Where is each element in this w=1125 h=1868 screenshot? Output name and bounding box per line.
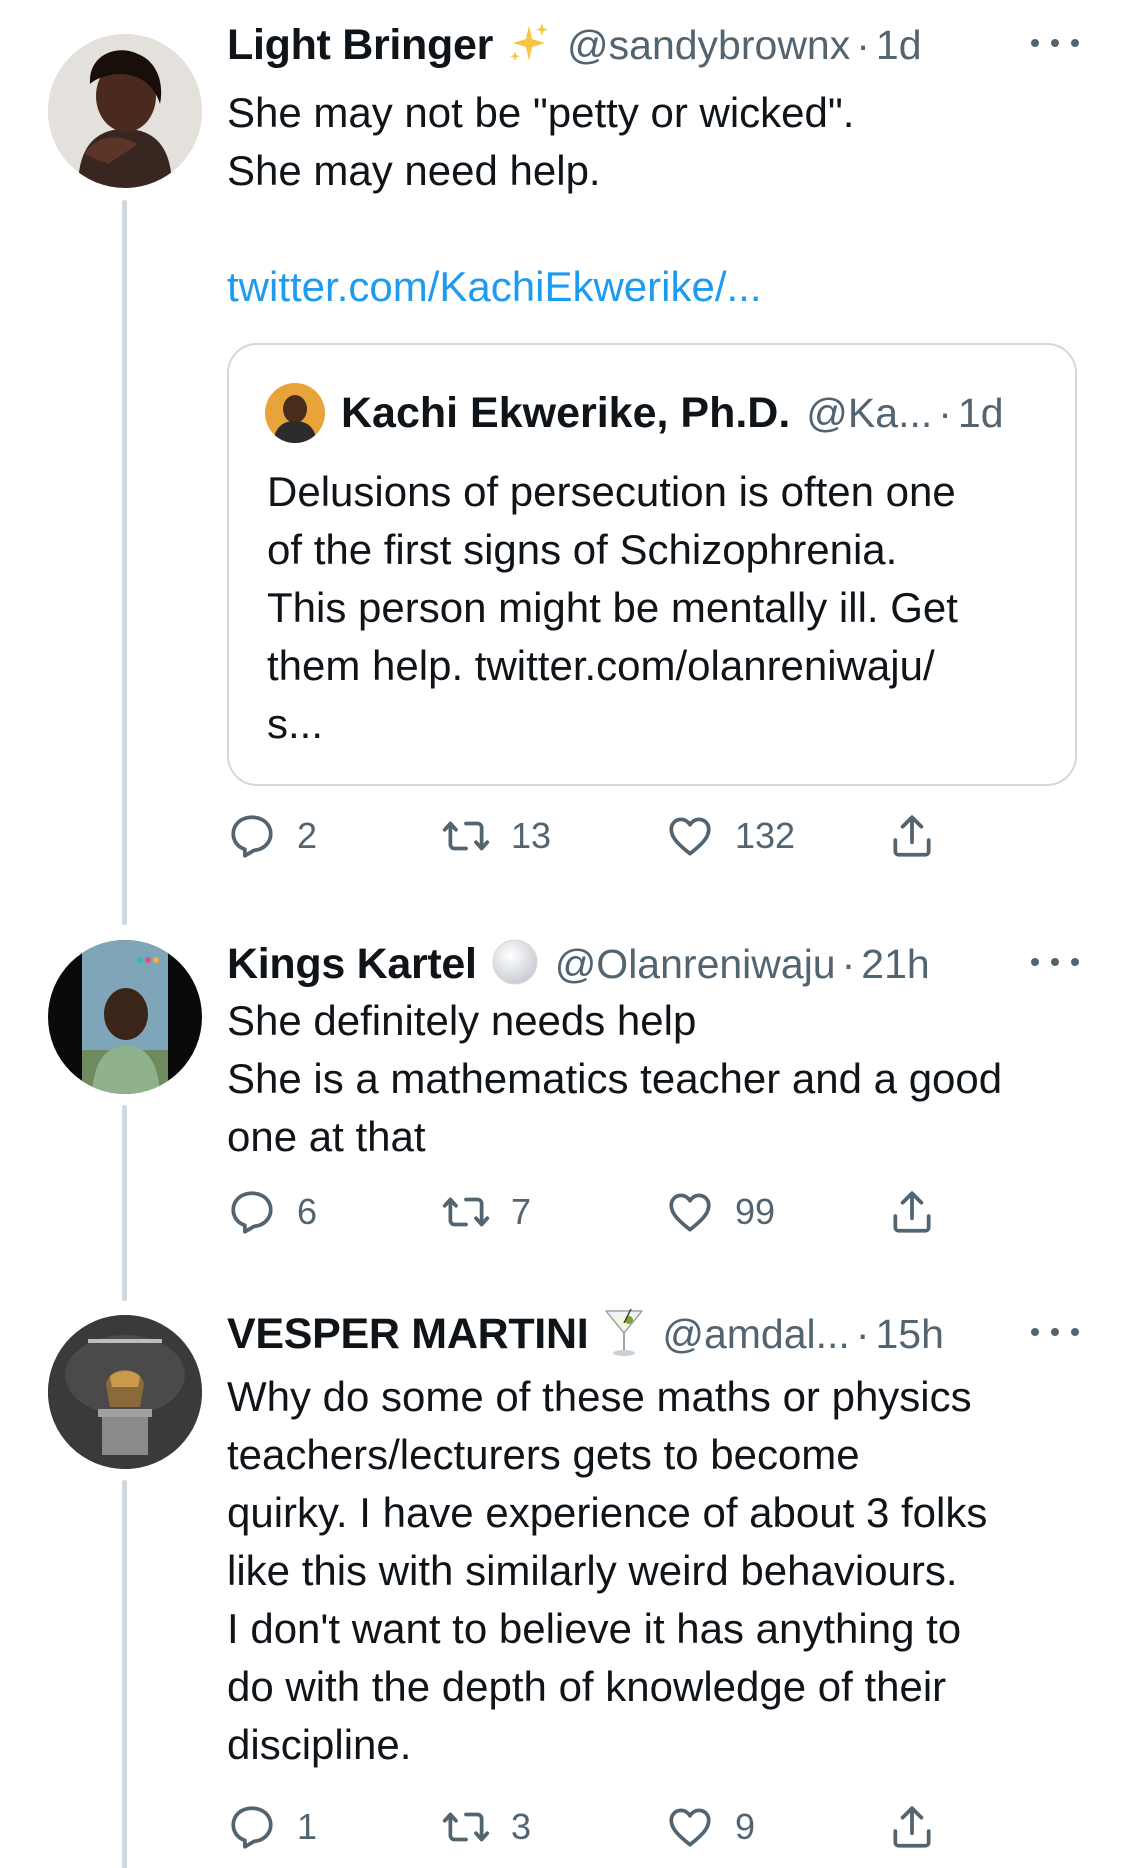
like-button[interactable]: 99 [665,1182,775,1242]
like-button[interactable]: 9 [665,1797,755,1857]
avatar[interactable] [48,1315,202,1469]
retweet-icon [442,1197,490,1227]
tweet[interactable]: Light Bringer @sandybrownx · 1d She may … [0,0,1125,880]
reply-icon [231,1191,273,1234]
author-name[interactable]: Kings Kartel [227,940,477,989]
separator-dot: · [856,21,870,68]
text-line: Delusions of persecution is often one [267,468,956,515]
quoted-author-name: Kachi Ekwerike, Ph.D. [341,388,791,437]
timestamp[interactable]: 21h [861,941,929,988]
heart-icon [669,1808,711,1847]
timestamp[interactable]: 15h [875,1311,943,1358]
like-button[interactable]: 132 [665,806,795,866]
text-line: She definitely needs help [227,997,697,1044]
retweet-button[interactable]: 7 [441,1182,531,1242]
tweet-text: She may not be "petty or wicked". She ma… [227,84,1095,200]
tweet[interactable]: Kings Kartel @Olanreniwaju · 21h She def… [0,930,1125,1250]
more-options-icon[interactable] [1025,942,1085,982]
timestamp[interactable]: 1d [876,22,922,69]
tweet-actions: 6 7 99 [227,1182,947,1242]
share-icon [893,1806,931,1848]
reply-icon [231,1806,273,1849]
text-line: discipline. [227,1721,412,1768]
quoted-tweet-text: Delusions of persecution is often one of… [267,463,958,753]
reply-count: 2 [297,815,318,856]
tweet-link-block: twitter.com/KachiEkwerike/... [227,258,1095,316]
text-line: Why do some of these maths or physics [227,1373,972,1420]
reply-icon [231,815,273,858]
retweet-button[interactable]: 13 [441,806,551,866]
tweet-actions: 1 3 9 [227,1797,947,1857]
author-name[interactable]: VESPER MARTINI [227,1310,589,1359]
retweet-button[interactable]: 3 [441,1797,531,1857]
more-options-icon[interactable] [1025,23,1085,63]
tweet-text: Why do some of these maths or physics te… [227,1368,1095,1774]
cocktail-glass-emoji [602,1305,646,1364]
heart-icon [669,817,711,856]
text-line: teachers/lecturers gets to become [227,1431,860,1478]
separator-dot: · [841,940,856,987]
text-line: s... [267,700,324,747]
text-line: of the first signs of Schizophrenia. [267,526,898,573]
quoted-tweet[interactable]: Kachi Ekwerike, Ph.D. @Ka... · 1d Delusi… [227,343,1077,786]
retweet-icon [442,1812,490,1842]
text-line: do with the depth of knowledge of their [227,1663,947,1710]
retweet-icon [442,821,490,851]
author-handle[interactable]: @Olanreniwaju [555,941,836,988]
quoted-timestamp: 1d [957,389,1004,436]
reply-count: 6 [297,1191,318,1232]
retweet-count: 7 [511,1191,532,1232]
author-handle[interactable]: @amdal... [662,1311,849,1358]
avatar[interactable] [48,940,202,1094]
text-line: quirky. I have experience of about 3 fol… [227,1489,988,1536]
separator-dot: · [855,1310,870,1357]
share-icon [893,815,931,857]
white-circle-emoji [491,938,539,991]
text-line: She may need help. [227,147,601,194]
tweet-header: Light Bringer @sandybrownx · 1d [227,15,1085,75]
like-count: 132 [735,815,796,856]
tweet-header: VESPER MARTINI @amdal... · 15h [227,1304,1085,1364]
share-button[interactable] [887,1182,957,1242]
reply-button[interactable]: 6 [227,1182,317,1242]
retweet-count: 3 [511,1806,532,1847]
heart-icon [669,1193,711,1232]
reply-button[interactable]: 1 [227,1797,317,1857]
share-button[interactable] [887,1797,957,1857]
sparkles-emoji [507,21,551,70]
author-handle[interactable]: @sandybrownx [567,22,850,69]
quoted-tweet-header: Kachi Ekwerike, Ph.D. @Ka... · 1d [265,383,1004,443]
quoted-author-handle: @Ka... [806,389,933,436]
tweet-actions: 2 13 132 [227,806,947,866]
text-line: them help. twitter.com/olanreniwaju/ [267,642,935,689]
avatar[interactable] [48,34,202,188]
text-line: like this with similarly weird behaviour… [227,1547,958,1594]
like-count: 99 [735,1191,776,1232]
share-icon [893,1191,931,1233]
tweet-header: Kings Kartel @Olanreniwaju · 21h [227,934,1085,994]
retweet-count: 13 [511,815,552,856]
text-line: I don't want to believe it has anything … [227,1605,962,1652]
text-line: This person might be mentally ill. Get [267,584,958,631]
tweet-text: She definitely needs help She is a mathe… [227,992,1095,1166]
author-name[interactable]: Light Bringer [227,21,493,70]
text-line: one at that [227,1113,426,1160]
separator-dot: · [938,389,952,436]
text-line: She is a mathematics teacher and a good [227,1055,1003,1102]
reply-button[interactable]: 2 [227,806,317,866]
more-options-icon[interactable] [1025,1312,1085,1352]
share-button[interactable] [887,806,957,866]
quoted-avatar [265,383,325,443]
reply-count: 1 [297,1806,318,1847]
tweet-link[interactable]: twitter.com/KachiEkwerike/... [227,258,1095,316]
tweet[interactable]: VESPER MARTINI @amdal... · 15h Why do so… [0,1305,1125,1868]
like-count: 9 [735,1806,756,1847]
text-line: She may not be "petty or wicked". [227,89,855,136]
